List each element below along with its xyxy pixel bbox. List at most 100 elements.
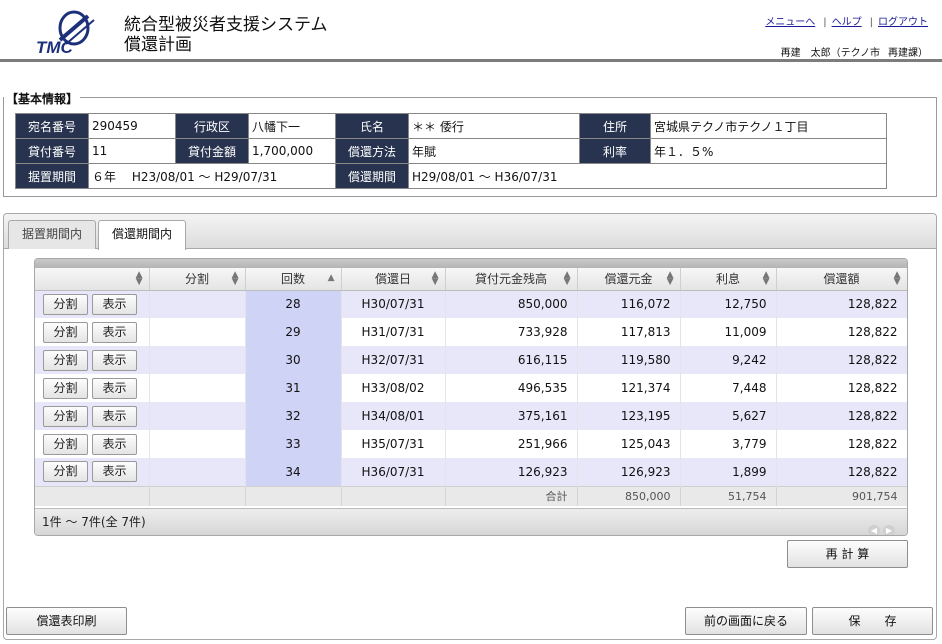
grid-pager: 1件 ～ 7件(全 7件) ◀ ▶: [35, 508, 907, 535]
show-button[interactable]: 表示: [92, 461, 137, 483]
col-header-interest[interactable]: 利息 ▲ ▼: [680, 268, 777, 291]
cell-balance: 126,923: [445, 458, 578, 486]
cell-principal: 126,923: [577, 458, 681, 486]
split-button[interactable]: 分割: [43, 349, 88, 371]
tab-strip: 据置期間内 償還期間内: [4, 214, 936, 250]
cell-interest: 11,009: [680, 318, 777, 346]
cell-date: H35/07/31: [341, 430, 446, 458]
cell-interest: 9,242: [680, 346, 777, 374]
label-address: 住所: [579, 113, 651, 139]
cell-payment: 128,822: [776, 318, 907, 346]
value-interest-rate: 年１．５%: [650, 138, 887, 164]
total-payment: 901,754: [776, 485, 907, 506]
cell-principal: 116,072: [577, 290, 681, 318]
table-row: 分割 表示 29 H31/07/31 733,928 117,813 11,009 128,8…: [35, 318, 907, 346]
header-divider: [0, 59, 942, 62]
label-name: 氏名: [335, 113, 409, 139]
cell-payment: 128,822: [776, 346, 907, 374]
user-dept: 再建課）: [888, 48, 928, 59]
cell-interest: 3,779: [680, 430, 777, 458]
total-interest: 51,754: [680, 485, 777, 506]
grid-total-row: 合計 850,000 51,754 901,754: [35, 485, 907, 506]
split-button[interactable]: 分割: [43, 377, 88, 399]
tmc-logo: TMC: [36, 10, 95, 56]
cell-count: 29: [245, 318, 342, 346]
split-button[interactable]: 分割: [43, 321, 88, 343]
sort-asc-icon: ▲: [327, 273, 335, 283]
cell-split: [149, 290, 246, 318]
cell-principal: 125,043: [577, 430, 681, 458]
show-button[interactable]: 表示: [92, 293, 137, 315]
print-schedule-button[interactable]: 償還表印刷: [6, 607, 127, 635]
show-button[interactable]: 表示: [92, 377, 137, 399]
col-header-count[interactable]: 回数 ▲: [245, 268, 342, 291]
split-button[interactable]: 分割: [43, 293, 88, 315]
grid-header-row: ▲ ▼ 分割 ▲ ▼ 回数 ▲ 償還日 ▲ ▼ 貸付元金残高 ▲ ▼ 償還元金 ▲ ▼ 利息 ▲ ▼ 償…: [35, 268, 907, 291]
pager-text: 1件 ～ 7件(全 7件): [42, 515, 146, 529]
recalculate-button[interactable]: 再 計 算: [787, 540, 908, 568]
grid-topbar: [35, 259, 907, 268]
tab-repayment-period[interactable]: 償還期間内: [98, 220, 186, 250]
show-button[interactable]: 表示: [92, 321, 137, 343]
table-row: 分割 表示 34 H36/07/31 126,923 126,923 1,899 128,82…: [35, 458, 907, 486]
value-address: 宮城県テクノ市テクノ１丁目: [650, 113, 887, 139]
info-row: 貸付番号 11 貸付金額 1,700,000 償還方法 年賦 利率 年１．５%: [15, 138, 887, 164]
back-button[interactable]: 前の画面に戻る: [685, 607, 807, 635]
info-row: 宛名番号 290459 行政区 八幡下一 氏名 ＊＊ 倭行 住所 宮城県テクノ市…: [15, 113, 887, 139]
tab-grace-period[interactable]: 据置期間内: [8, 220, 96, 249]
show-button[interactable]: 表示: [92, 405, 137, 427]
cell-count: 32: [245, 402, 342, 430]
table-row: 分割 表示 31 H33/08/02 496,535 121,374 7,448 128,82…: [35, 374, 907, 402]
row-actions: 分割 表示: [35, 430, 150, 458]
col-header-principal[interactable]: 償還元金 ▲ ▼: [577, 268, 681, 291]
cell-payment: 128,822: [776, 458, 907, 486]
user-info: 再建 太郎（テクノ市 再建課）: [773, 44, 928, 59]
row-actions: 分割 表示: [35, 458, 150, 486]
table-row: 分割 表示 33 H35/07/31 251,966 125,043 3,779 128,82…: [35, 430, 907, 458]
cell-split: [149, 318, 246, 346]
cell-split: [149, 430, 246, 458]
col-header-payment[interactable]: 償還額 ▲ ▼: [776, 268, 907, 291]
sort-icon: ▲ ▼: [135, 270, 143, 287]
col-header-balance[interactable]: 貸付元金残高 ▲ ▼: [445, 268, 578, 291]
cell-principal: 117,813: [577, 318, 681, 346]
value-loan-no: 11: [88, 138, 176, 164]
show-button[interactable]: 表示: [92, 349, 137, 371]
cell-split: [149, 458, 246, 486]
cell-balance: 375,161: [445, 402, 578, 430]
col-header-actions[interactable]: ▲ ▼: [35, 268, 150, 291]
header: TMC 統合型被災者支援システム 償還計画 メニューへ | ヘルプ | ログアウト 再建…: [0, 0, 942, 62]
cell-payment: 128,822: [776, 430, 907, 458]
logout-link[interactable]: ログアウト: [878, 17, 928, 28]
label-repay-period: 償還期間: [335, 163, 409, 189]
cell-split: [149, 402, 246, 430]
row-actions: 分割 表示: [35, 374, 150, 402]
cell-principal: 123,195: [577, 402, 681, 430]
prev-page-icon[interactable]: ◀: [868, 525, 880, 535]
label-loan-amount: 貸付金額: [175, 138, 249, 164]
next-page-icon[interactable]: ▶: [883, 525, 895, 535]
save-button[interactable]: 保 存: [812, 607, 933, 635]
cell-split: [149, 374, 246, 402]
label-repay-method: 償還方法: [335, 138, 409, 164]
menu-link[interactable]: メニューへ: [765, 17, 815, 28]
cell-interest: 5,627: [680, 402, 777, 430]
table-row: 分割 表示 28 H30/07/31 850,000 116,072 12,750 128,8…: [35, 290, 907, 318]
split-button[interactable]: 分割: [43, 461, 88, 483]
cell-date: H33/08/02: [341, 374, 446, 402]
help-link[interactable]: ヘルプ: [832, 17, 862, 28]
cell-payment: 128,822: [776, 290, 907, 318]
cell-balance: 733,928: [445, 318, 578, 346]
sort-icon: ▲ ▼: [231, 270, 239, 287]
total-principal: 850,000: [577, 485, 681, 506]
col-header-date[interactable]: 償還日 ▲ ▼: [341, 268, 446, 291]
cell-count: 28: [245, 290, 342, 318]
split-button[interactable]: 分割: [43, 433, 88, 455]
split-button[interactable]: 分割: [43, 405, 88, 427]
label-interest-rate: 利率: [579, 138, 651, 164]
show-button[interactable]: 表示: [92, 433, 137, 455]
system-title: 統合型被災者支援システム: [124, 15, 328, 35]
cell-count: 30: [245, 346, 342, 374]
col-header-split[interactable]: 分割 ▲ ▼: [149, 268, 246, 291]
basic-info-legend: 【基本情報】: [4, 90, 81, 107]
